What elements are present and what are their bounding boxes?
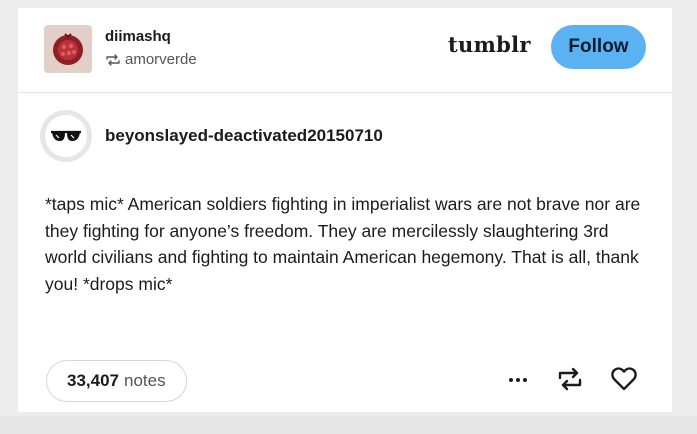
reblog-icon: [558, 367, 582, 391]
reblogger-name[interactable]: diimashq: [105, 28, 171, 45]
follow-button[interactable]: Follow: [551, 25, 646, 69]
post-text: *taps mic* American soldiers fighting in…: [45, 194, 641, 294]
screenshot: diimashq amorverde tumblr Follow beyonsl…: [0, 0, 697, 434]
ellipsis-icon: [509, 378, 527, 382]
notes-button[interactable]: 33,407 notes: [46, 360, 187, 402]
heart-icon: [611, 367, 637, 391]
reblog-small-icon: [106, 53, 120, 66]
more-options-button[interactable]: [506, 367, 530, 391]
tumblr-logo[interactable]: tumblr: [448, 32, 531, 57]
source-name[interactable]: amorverde: [125, 51, 197, 68]
pomegranate-avatar-image: [44, 25, 92, 73]
reblogger-avatar[interactable]: [44, 25, 92, 73]
like-button[interactable]: [610, 366, 638, 392]
post-actions: [506, 366, 638, 392]
author-avatar[interactable]: [40, 110, 92, 162]
reblog-source: amorverde: [105, 51, 197, 68]
post-card: diimashq amorverde tumblr Follow beyonsl…: [18, 8, 672, 412]
post-author-name[interactable]: beyonslayed-deactivated20150710: [105, 126, 383, 146]
notes-label: notes: [124, 371, 166, 390]
post-header: diimashq amorverde tumblr Follow: [18, 8, 672, 93]
reblog-button[interactable]: [556, 366, 584, 392]
sunglasses-face-icon: [45, 115, 87, 157]
notes-count: 33,407: [67, 371, 119, 390]
bottom-strip: [0, 416, 697, 434]
